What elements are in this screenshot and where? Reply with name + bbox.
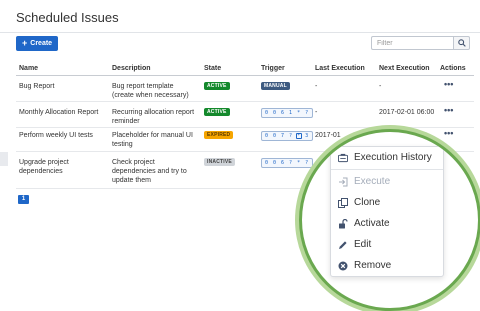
pagination-current-page[interactable]: 1: [18, 195, 29, 204]
row-actions-button[interactable]: •••: [444, 79, 454, 89]
title-divider: [0, 32, 480, 33]
trigger-badge: MANUAL: [261, 82, 290, 90]
row-description-line: update them: [112, 177, 151, 184]
column-header-name[interactable]: Name: [19, 65, 38, 72]
menu-item-label: Remove: [354, 260, 392, 271]
row-name: Monthly Allocation Report: [19, 109, 99, 116]
more-icon: •••: [444, 79, 454, 89]
menu-item-label: Clone: [354, 197, 381, 208]
page-title: Scheduled Issues: [16, 10, 119, 25]
row-next-execution: -: [379, 83, 382, 90]
execution-history-icon: [338, 153, 348, 163]
plus-icon: +: [22, 38, 28, 48]
row-last-execution: -: [315, 83, 318, 90]
menu-item-label: Edit: [354, 239, 372, 250]
status-badge: INACTIVE: [204, 158, 235, 166]
row-divider: [16, 127, 474, 128]
more-icon: •••: [444, 105, 454, 115]
row-description-line: Check project: [112, 159, 155, 166]
row-last-execution: -: [315, 109, 318, 116]
row-description-line: (create when necessary): [112, 92, 189, 99]
row-actions-button[interactable]: •••: [444, 128, 454, 138]
menu-item-label: Activate: [354, 218, 390, 229]
row-name: Bug Report: [19, 83, 55, 90]
menu-item-label: Execute: [354, 176, 391, 187]
selected-row-indicator: [0, 152, 8, 166]
column-header-next-execution[interactable]: Next Execution: [379, 65, 430, 72]
remove-icon: [338, 261, 348, 271]
cron-trigger: 0 0 7 ? * 3: [261, 131, 314, 141]
row-name: Perform weekly UI tests: [19, 132, 93, 139]
row-divider: [16, 101, 474, 102]
row-actions-dropdown: Execution History Execute Clone Activate…: [330, 146, 444, 277]
row-description-line: reminder: [112, 118, 140, 125]
column-header-last-execution[interactable]: Last Execution: [315, 65, 365, 72]
menu-item-execution-history[interactable]: Execution History: [331, 147, 443, 168]
row-description-line: dependencies and try to: [112, 168, 187, 175]
menu-item-label: Execution History: [354, 152, 432, 163]
menu-item-edit[interactable]: Edit: [331, 234, 443, 255]
menu-item-clone[interactable]: Clone: [331, 192, 443, 213]
row-description-line: Bug report template: [112, 83, 174, 90]
cron-trigger: 0 0 6 ? * ?: [261, 158, 314, 168]
menu-item-activate[interactable]: Activate: [331, 213, 443, 234]
column-header-state[interactable]: State: [204, 65, 221, 72]
row-description-line: Recurring allocation report: [112, 109, 195, 116]
filter-search-button[interactable]: [453, 36, 470, 50]
calendar-icon[interactable]: [296, 133, 302, 139]
table-header-divider: [16, 75, 474, 76]
row-next-execution: 2017-02-01 06:00: [379, 109, 435, 116]
filter-input[interactable]: [371, 36, 453, 50]
row-name-line: dependencies: [19, 168, 63, 175]
cron-trigger: 0 0 6 1 * ?: [261, 108, 314, 118]
row-description-line: testing: [112, 141, 133, 148]
pencil-icon: [338, 240, 348, 250]
status-badge: ACTIVE: [204, 108, 230, 116]
column-header-trigger[interactable]: Trigger: [261, 65, 285, 72]
column-header-description[interactable]: Description: [112, 65, 151, 72]
execute-icon: [338, 177, 348, 187]
row-name-line: Upgrade project: [19, 159, 69, 166]
row-last-execution: 2017-01: [315, 132, 341, 139]
zoom-lens: Execution History Execute Clone Activate…: [299, 129, 480, 311]
menu-item-execute: Execute: [331, 171, 443, 192]
row-description-line: Placeholder for manual UI: [112, 132, 193, 139]
create-button[interactable]: + Create: [16, 36, 59, 51]
menu-separator: [331, 169, 443, 170]
status-badge: ACTIVE: [204, 82, 230, 90]
search-icon: [457, 39, 466, 47]
status-badge: EXPIRED: [204, 131, 234, 139]
create-button-label: Create: [30, 40, 53, 47]
more-icon: •••: [444, 128, 454, 138]
column-header-actions: Actions: [440, 65, 466, 72]
menu-item-remove[interactable]: Remove: [331, 255, 443, 276]
row-actions-button[interactable]: •••: [444, 105, 454, 115]
unlock-icon: [338, 218, 348, 229]
clone-icon: [338, 197, 348, 208]
